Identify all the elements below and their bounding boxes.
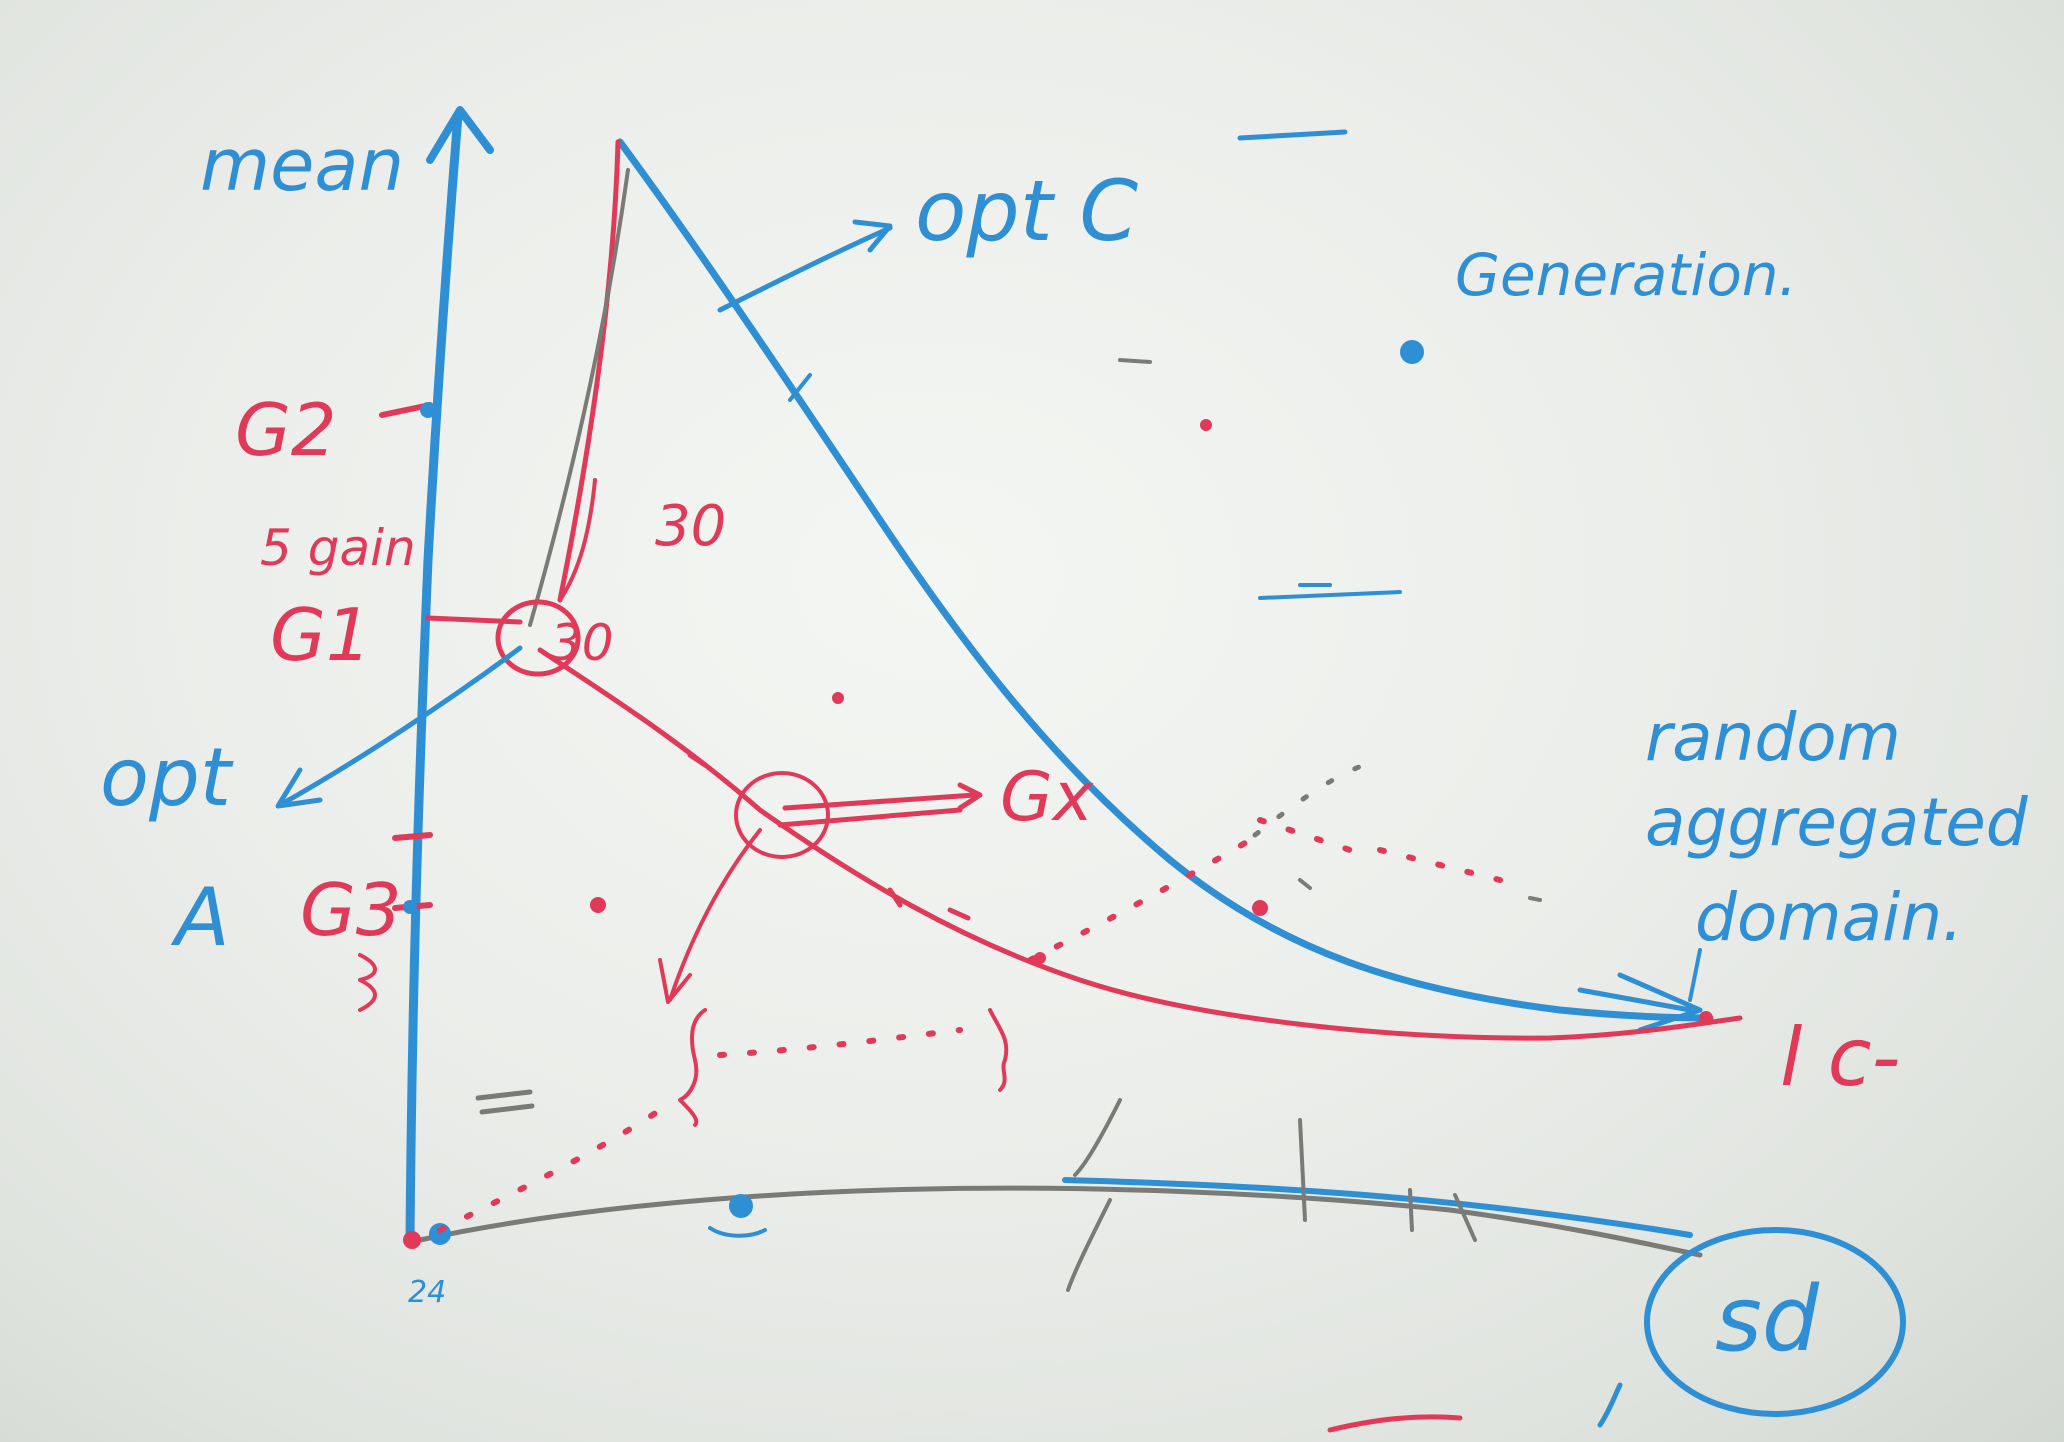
label-thirty-b: 30 <box>550 614 614 672</box>
label-gx: Gx <box>1000 758 1094 837</box>
label-random-2: aggregated <box>1645 784 2029 861</box>
label-g1: G1 <box>270 593 372 677</box>
y-axis <box>405 110 463 1245</box>
label-opt-a-2: A <box>170 871 230 964</box>
label-gain: 5 gain <box>260 519 416 577</box>
peak-lines <box>528 139 630 627</box>
origin-dot-blue <box>429 1223 451 1245</box>
scattered-marks <box>475 340 1623 1433</box>
label-y-axis: mean <box>200 123 404 207</box>
label-opt-a-1: opt <box>100 731 234 824</box>
label-thirty-a: 30 <box>655 494 726 559</box>
text-labels: mean opt C Generation. opt A random aggr… <box>100 123 2029 1417</box>
x-axis-gray <box>417 1185 1703 1258</box>
label-opt-c: opt C <box>915 162 1138 260</box>
dotted-lines <box>437 757 1503 1233</box>
label-random-3: domain. <box>1695 879 1963 956</box>
whiteboard-drawing: mean opt C Generation. opt A random aggr… <box>100 106 2029 1433</box>
label-lc: l c- <box>1780 1011 1901 1104</box>
label-random-1: random <box>1645 699 1901 776</box>
x-axis-dot-smile <box>708 1226 767 1238</box>
label-g3: G3 <box>300 868 402 952</box>
whiteboard: mean opt C Generation. opt A random aggr… <box>0 0 2064 1442</box>
label-g2: G2 <box>235 388 337 472</box>
origin-dot-red <box>403 1231 421 1249</box>
x-axis-dot <box>729 1194 753 1218</box>
label-generation: Generation. <box>1455 241 1797 309</box>
label-x-axis: sd <box>1715 1267 1820 1372</box>
label-origin: 24 <box>408 1275 446 1310</box>
